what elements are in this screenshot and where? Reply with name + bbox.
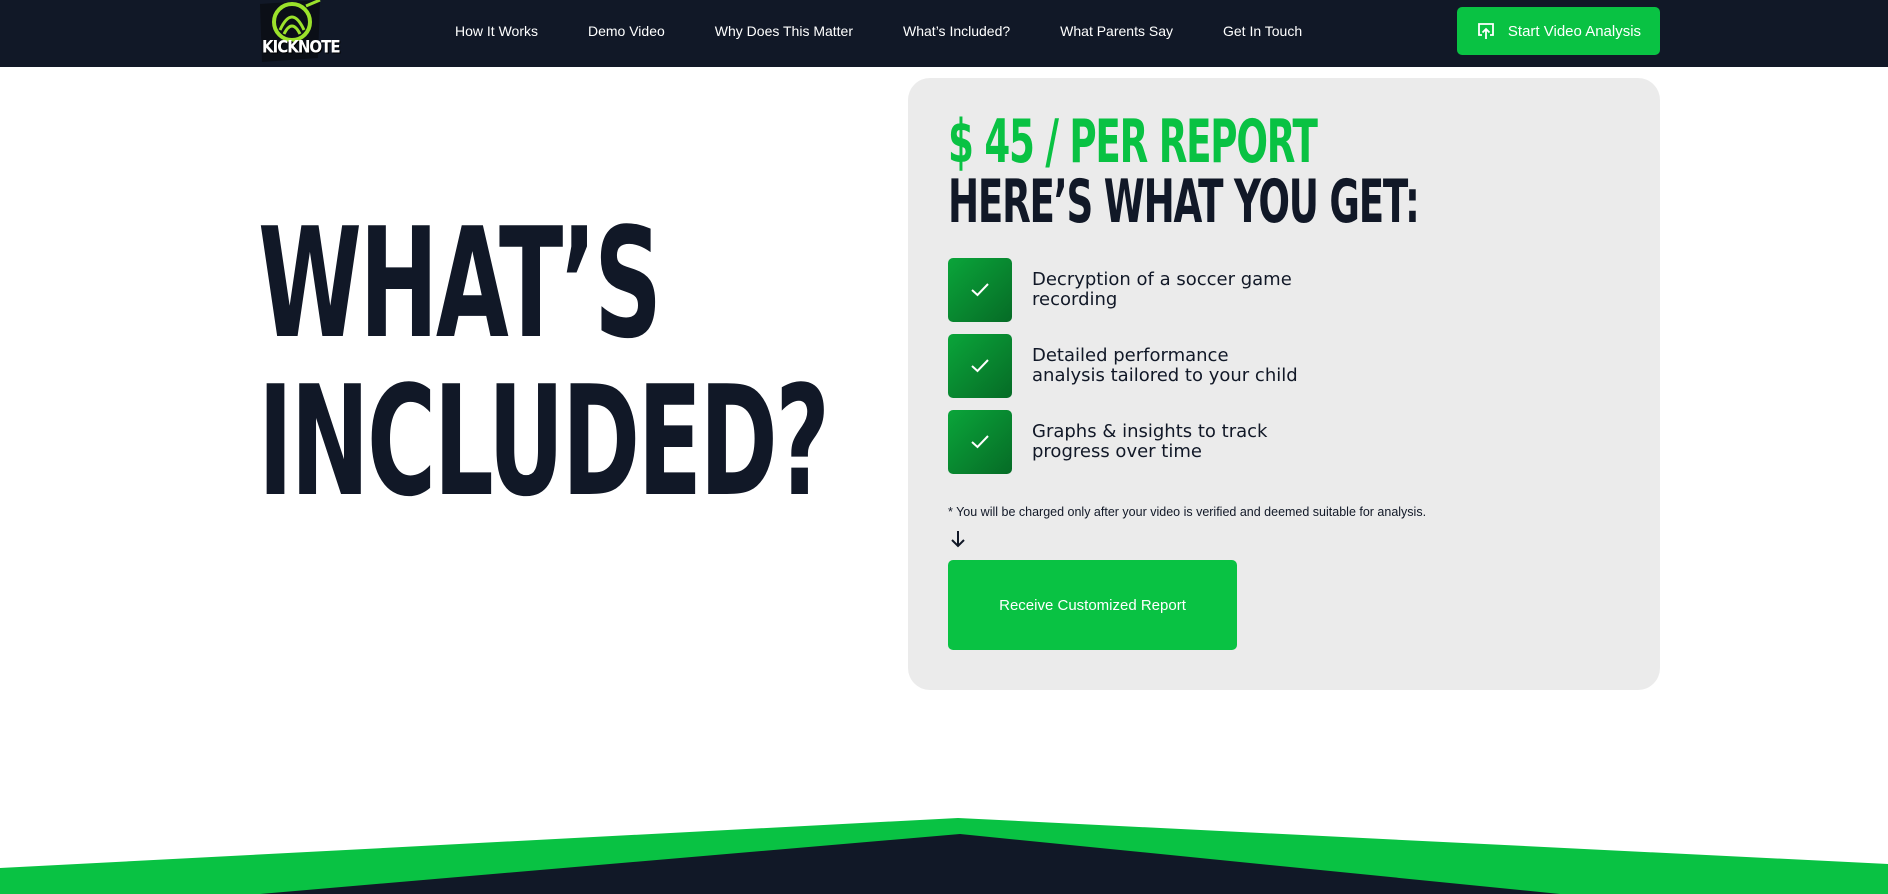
start-video-analysis-button[interactable]: Start Video Analysis: [1457, 7, 1660, 55]
upload-icon: [1478, 23, 1494, 39]
section-title-line-1: WHAT’S: [258, 195, 662, 372]
top-nav: KICKNOTE How It Works Demo Video Why Doe…: [0, 0, 1888, 67]
brand-name: KICKNOTE: [262, 37, 341, 57]
arrow-down-icon: [951, 531, 965, 548]
section-title: WHAT’S INCLUDED?: [258, 195, 830, 530]
feature-text: Detailed performance analysis tailored t…: [1032, 345, 1298, 386]
nav-links: How It Works Demo Video Why Does This Ma…: [455, 0, 1352, 62]
check-icon: [948, 258, 1012, 322]
start-video-analysis-label: Start Video Analysis: [1507, 22, 1642, 40]
nav-link-why-does-this-matter[interactable]: Why Does This Matter: [715, 23, 853, 39]
feature-item: Detailed performance analysis tailored t…: [948, 334, 1548, 398]
check-icon: [948, 334, 1012, 398]
feature-item: Decryption of a soccer game recording: [948, 258, 1548, 322]
feature-item: Graphs & insights to track progress over…: [948, 410, 1548, 474]
nav-link-get-in-touch[interactable]: Get In Touch: [1223, 23, 1302, 39]
feature-list: Decryption of a soccer game recording De…: [948, 258, 1548, 486]
bottom-wave-divider: [0, 818, 1888, 894]
pricing-card: $ 45 / PER REPORT HERE’S WHAT YOU GET: D…: [908, 78, 1660, 690]
charge-note: * You will be charged only after your vi…: [948, 505, 1427, 519]
price-heading: $ 45 / PER REPORT: [948, 107, 1318, 177]
receive-customized-report-button[interactable]: Receive Customized Report: [948, 560, 1237, 650]
logo[interactable]: KICKNOTE: [260, 0, 341, 62]
receive-customized-report-label: Receive Customized Report: [999, 596, 1186, 614]
feature-text: Graphs & insights to track progress over…: [1032, 421, 1268, 462]
nav-link-demo-video[interactable]: Demo Video: [588, 23, 665, 39]
whats-you-get-heading: HERE’S WHAT YOU GET:: [948, 167, 1420, 237]
page: KICKNOTE How It Works Demo Video Why Doe…: [0, 0, 1888, 894]
nav-link-what-parents-say[interactable]: What Parents Say: [1060, 23, 1173, 39]
check-icon: [948, 410, 1012, 474]
nav-link-whats-included[interactable]: What’s Included?: [903, 23, 1010, 39]
feature-text: Decryption of a soccer game recording: [1032, 269, 1292, 310]
section-title-line-2: INCLUDED?: [258, 353, 830, 530]
nav-link-how-it-works[interactable]: How It Works: [455, 23, 538, 39]
